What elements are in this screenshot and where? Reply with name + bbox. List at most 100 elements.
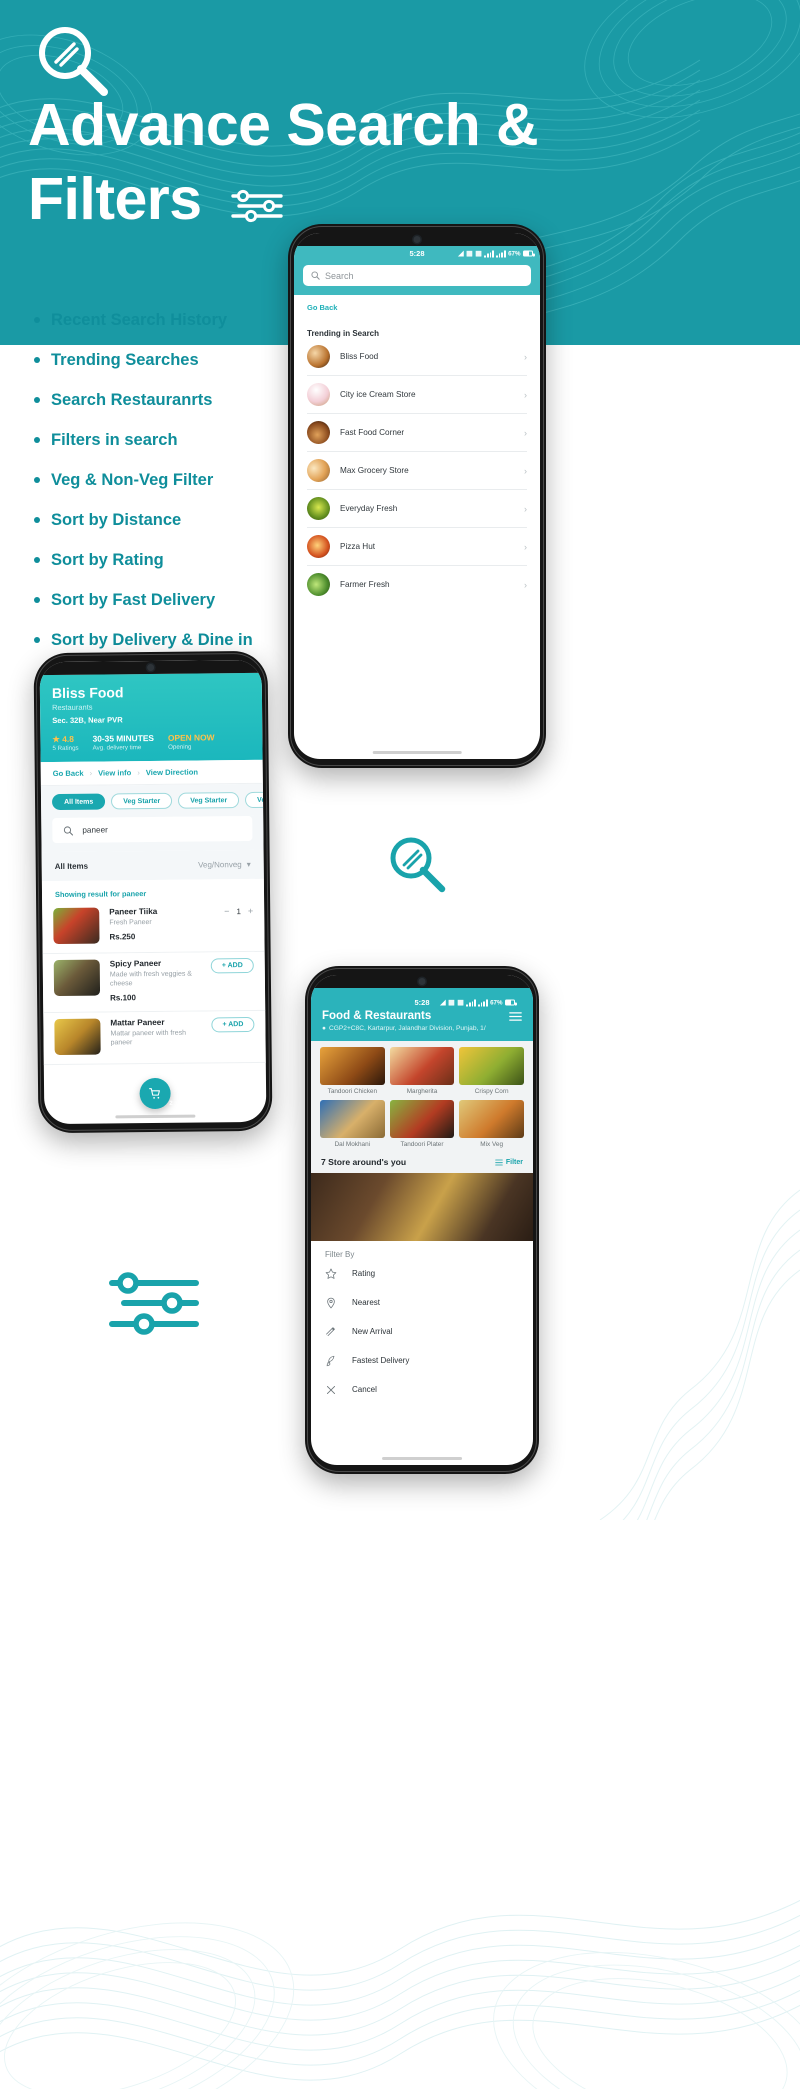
veg-nonveg-dropdown[interactable]: Veg/Nonveg ▾: [198, 860, 251, 870]
sim-icon: ▦: [466, 250, 473, 257]
status-bar: 5:28 ◢ ▦ ▦ 67%: [294, 246, 540, 261]
increment-button[interactable]: +: [248, 906, 253, 916]
category-cell[interactable]: Margherita: [389, 1047, 455, 1095]
signal-icon: [484, 250, 494, 257]
promo-banner[interactable]: [311, 1173, 533, 1241]
dish-price: Rs.250: [109, 932, 136, 942]
avatar: [307, 535, 330, 558]
quantity-stepper[interactable]: − 1 +: [224, 906, 253, 916]
add-button[interactable]: + ADD: [211, 1016, 255, 1033]
dish-row[interactable]: Paneer Tiika Fresh Paneer Rs.250 − 1 +: [42, 899, 265, 955]
phone2-notch: [39, 659, 262, 676]
list-item[interactable]: Pizza Hut ›: [307, 528, 527, 566]
feature-label: Filters in search: [51, 431, 178, 449]
bullet-icon: [34, 557, 40, 563]
list-item-label: Max Grocery Store: [340, 466, 409, 475]
cart-badge: 2: [169, 1100, 173, 1107]
filter-sliders-icon: [495, 1159, 503, 1166]
filter-option-nearest[interactable]: Nearest: [325, 1288, 519, 1317]
filter-label: Filter: [505, 1158, 523, 1166]
filter-option-cancel[interactable]: Cancel: [325, 1375, 519, 1404]
chevron-right-icon: ›: [89, 768, 93, 778]
page-title-line2: Filters: [28, 166, 202, 232]
bullet-icon: [34, 317, 40, 323]
menu-search-input[interactable]: paneer: [52, 815, 253, 844]
list-item[interactable]: Farmer Fresh ›: [307, 566, 527, 603]
category-cell[interactable]: Tandoori Plater: [389, 1100, 455, 1148]
list-item[interactable]: Everyday Fresh ›: [307, 490, 527, 528]
bullet-icon: [34, 397, 40, 403]
signal2-icon: [496, 250, 506, 257]
location-row: ● CGP2+C8C, Kartarpur, Jalandhar Divisio…: [322, 1025, 522, 1032]
list-item[interactable]: Max Grocery Store ›: [307, 452, 527, 490]
status-icons: ◢ ▦ ▦ 67%: [440, 999, 517, 1006]
category-label: Margherita: [406, 1088, 438, 1095]
search-icon: [63, 825, 74, 835]
category-cell[interactable]: Dal Mokhani: [320, 1100, 385, 1148]
go-back-link[interactable]: Go Back: [307, 303, 527, 312]
page-title: Advance Search & Filters: [28, 88, 668, 236]
status-icons: ◢ ▦ ▦ 67%: [458, 250, 535, 257]
feature-label: Veg & Non-Veg Filter: [51, 471, 214, 489]
quantity-value: 1: [236, 906, 241, 916]
category-label: Crispy Corn: [474, 1088, 509, 1095]
search-placeholder: Search: [325, 270, 354, 281]
phone2-screen: Bliss Food Restaurants Sec. 32B, Near PV…: [39, 659, 267, 1125]
decrement-button[interactable]: −: [224, 906, 229, 916]
search-input[interactable]: Search: [303, 265, 531, 286]
stat-label: 5 Ratings: [52, 744, 79, 753]
chip-veg-starter-1[interactable]: Veg Starter: [111, 792, 173, 810]
all-items-label: All Items: [54, 861, 89, 872]
breadcrumb-view-info[interactable]: View info: [98, 768, 131, 777]
wifi-icon: ◢: [440, 999, 446, 1006]
phone-mockup-restaurant-menu: Bliss Food Restaurants Sec. 32B, Near PV…: [33, 650, 273, 1134]
category-image: [459, 1100, 524, 1138]
breadcrumb-go-back[interactable]: Go Back: [53, 769, 84, 778]
hamburger-menu-icon[interactable]: [509, 1011, 522, 1022]
restaurant-header: Bliss Food Restaurants Sec. 32B, Near PV…: [39, 672, 263, 763]
category-cell[interactable]: Crispy Corn: [459, 1047, 524, 1095]
add-button[interactable]: + ADD: [210, 957, 254, 974]
category-cell[interactable]: Mix Veg: [459, 1100, 524, 1148]
chip-veg-starter-2[interactable]: Veg Starter: [178, 792, 240, 809]
chip-veg[interactable]: Veg: [245, 791, 264, 809]
filter-option-label: Nearest: [352, 1298, 381, 1307]
dish-row[interactable]: Mattar Paneer Mattar paneer with fresh p…: [43, 1010, 266, 1066]
cart-icon: [149, 1088, 160, 1099]
dish-image: [54, 1018, 101, 1056]
stat-label: Avg. delivery time: [92, 744, 142, 752]
avatar: [307, 421, 330, 444]
phone3-title: Food & Restaurants: [322, 1010, 432, 1022]
phone-mockup-search: 5:28 ◢ ▦ ▦ 67% Search Go Back Trending i…: [288, 224, 546, 768]
dish-desc: Fresh Paneer: [109, 919, 152, 927]
restaurant-name: Bliss Food: [51, 684, 124, 702]
location-text: CGP2+C8C, Kartarpur, Jalandhar Division,…: [328, 1025, 486, 1032]
category-grid: Tandoori Chicken Margherita Crispy Corn …: [311, 1041, 533, 1151]
chevron-right-icon: ›: [524, 503, 527, 514]
search-icon: [311, 271, 320, 280]
filter-option-rating[interactable]: Rating: [325, 1259, 519, 1288]
chevron-right-icon: ›: [524, 465, 527, 476]
camera-icon: [418, 978, 426, 985]
filter-option-fastest-delivery[interactable]: Fastest Delivery: [325, 1346, 519, 1375]
breadcrumb-view-direction[interactable]: View Direction: [146, 768, 198, 778]
filter-option-new-arrival[interactable]: New Arrival: [325, 1317, 519, 1346]
category-image: [389, 1100, 455, 1138]
chip-all-items[interactable]: All Items: [51, 793, 106, 811]
bullet-icon: [34, 597, 40, 603]
star-icon: ★: [52, 733, 60, 745]
chevron-right-icon: ›: [524, 427, 527, 438]
list-item[interactable]: Bliss Food ›: [307, 338, 527, 376]
filter-sliders-icon-decoration: [109, 1272, 199, 1335]
avatar: [307, 497, 330, 520]
stat-delivery-time: 30-35 MINUTES Avg. delivery time: [92, 733, 154, 752]
cart-fab-button[interactable]: 2: [139, 1077, 173, 1110]
filter-button[interactable]: Filter: [495, 1158, 523, 1166]
dish-image: [53, 959, 101, 997]
dish-row[interactable]: Spicy Paneer Made with fresh veggies & c…: [42, 951, 266, 1014]
list-item[interactable]: City ice Cream Store ›: [307, 376, 527, 414]
phone3-title-row: Food & Restaurants: [322, 1010, 522, 1022]
category-cell[interactable]: Tandoori Chicken: [320, 1047, 385, 1095]
category-label: Mix Veg: [480, 1141, 504, 1148]
list-item[interactable]: Fast Food Corner ›: [307, 414, 527, 452]
